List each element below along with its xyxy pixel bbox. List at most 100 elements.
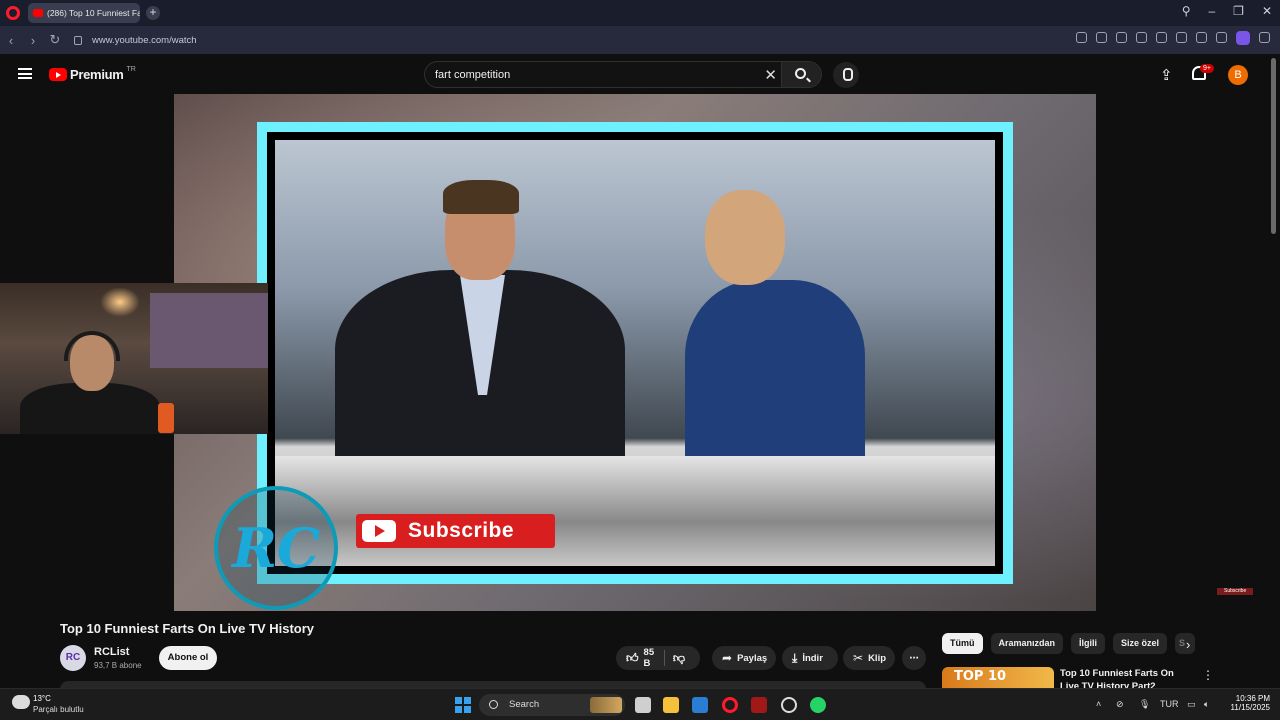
edit-icon[interactable]	[1076, 32, 1087, 43]
windows-taskbar: 13°C Parçalı bulutlu Search ˄ ⊘ 🎙︎ TUR ▭…	[0, 688, 1280, 720]
cube-icon[interactable]	[1259, 32, 1270, 43]
news-desk	[275, 456, 995, 566]
opera-taskbar-icon[interactable]	[722, 697, 738, 713]
hamburger-menu-icon[interactable]	[18, 68, 32, 79]
channel-name[interactable]: RCList	[94, 646, 129, 658]
browser-search-icon[interactable]: ⚲	[1182, 4, 1191, 18]
search-icon	[795, 68, 806, 79]
tray-chevron-icon[interactable]: ˄	[1096, 699, 1101, 709]
chevron-right-icon[interactable]: ›	[1186, 637, 1190, 652]
voice-search-icon[interactable]	[833, 62, 859, 88]
chip-for-you[interactable]: Size özel	[1113, 633, 1168, 654]
chip-related[interactable]: İlgili	[1071, 633, 1106, 654]
microphone-icon[interactable]: 🎙︎	[1139, 699, 1150, 710]
share-button[interactable]: ➦ Paylaş	[712, 646, 776, 670]
subscribe-button[interactable]: Abone ol	[159, 646, 217, 670]
whatsapp-icon[interactable]	[810, 697, 826, 713]
thumbnail-text: TOP 10	[954, 669, 1007, 684]
forward-button[interactable]: ›	[22, 33, 44, 48]
media-app-icon[interactable]	[751, 697, 767, 713]
upload-icon[interactable]: ⇪	[1160, 66, 1173, 84]
page-scrollbar[interactable]	[1271, 58, 1276, 234]
heart-icon[interactable]	[1176, 32, 1187, 43]
youtube-logo-icon	[362, 520, 396, 542]
subscriber-count: 93,7 B abone	[94, 661, 142, 670]
lock-icon	[74, 35, 82, 45]
network-off-icon[interactable]: ⊘	[1116, 699, 1124, 710]
logo-region: TR	[126, 66, 136, 73]
player-icon[interactable]	[1156, 32, 1167, 43]
news-studio-scene	[275, 140, 995, 566]
download-icon: ⤓	[792, 650, 798, 665]
language-indicator[interactable]: TUR	[1160, 699, 1179, 709]
youtube-header: Premium TR ✕ ⇪	[0, 54, 1280, 94]
youtube-play-icon	[49, 68, 67, 81]
download-icon[interactable]	[1196, 32, 1207, 43]
share-icon: ➦	[722, 651, 733, 665]
download-button[interactable]: ⤓ İndir	[782, 646, 838, 670]
outlook-icon[interactable]	[692, 697, 708, 713]
vpn-icon[interactable]	[1136, 32, 1147, 43]
browser-tab[interactable]: (286) Top 10 Funniest Fart	[28, 3, 140, 23]
like-count[interactable]: 85 B	[644, 647, 657, 669]
corner-subscribe-watermark[interactable]: Subscribe	[1217, 588, 1253, 595]
display-icon[interactable]: ▭	[1187, 699, 1196, 710]
task-view-icon[interactable]	[635, 697, 651, 713]
overlay-subscribe-graphic: Subscribe	[356, 514, 555, 548]
back-button[interactable]: ‹	[0, 33, 22, 48]
menu-icon[interactable]	[1216, 32, 1227, 43]
search-button[interactable]	[781, 62, 821, 87]
account-avatar[interactable]: B	[1228, 65, 1248, 85]
opera-logo-icon[interactable]	[6, 6, 20, 20]
share-label: Paylaş	[737, 652, 768, 664]
browser-titlebar: (286) Top 10 Funniest Fart + ⚲ – ❐ ✕	[0, 0, 1280, 26]
volume-icon[interactable]: 🔈︎	[1204, 699, 1209, 710]
reload-button[interactable]: ↻	[44, 32, 66, 48]
weather-temperature[interactable]: 13°C	[33, 694, 51, 703]
like-icon[interactable]: 👍︎	[626, 651, 639, 666]
cup	[158, 403, 174, 433]
new-tab-button[interactable]: +	[146, 6, 160, 20]
download-label: İndir	[802, 652, 823, 664]
clear-search-icon[interactable]: ✕	[764, 66, 777, 84]
search-input[interactable]	[435, 68, 755, 81]
weather-description[interactable]: Parçalı bulutlu	[33, 705, 84, 714]
minimize-button[interactable]: –	[1208, 4, 1215, 18]
chip-from-search[interactable]: Aramanızdan	[990, 633, 1064, 654]
female-anchor	[685, 190, 925, 470]
kebab-menu-icon[interactable]: ⋮	[1202, 668, 1214, 682]
maximize-button[interactable]: ❐	[1233, 4, 1244, 18]
clip-button[interactable]: ✂ Klip	[843, 646, 895, 670]
youtube-logo[interactable]: Premium TR	[49, 66, 136, 82]
logo-text: Premium	[70, 67, 124, 82]
weather-cloud-icon[interactable]	[12, 695, 30, 709]
channel-avatar[interactable]: RC	[60, 645, 86, 671]
camera-icon[interactable]	[1096, 32, 1107, 43]
clock-date: 11/15/2025	[1230, 703, 1270, 712]
url-field[interactable]: www.youtube.com/watch	[92, 35, 197, 46]
chip-all[interactable]: Tümü	[942, 633, 983, 654]
system-clock[interactable]: 10:36 PM 11/15/2025	[1222, 694, 1270, 712]
windows-start-icon[interactable]	[455, 697, 471, 713]
close-window-button[interactable]: ✕	[1262, 4, 1272, 18]
male-anchor	[315, 180, 625, 470]
video-player[interactable]: Subscribe RC	[174, 94, 1096, 611]
more-actions-button[interactable]: ⋯	[902, 646, 926, 670]
address-bar: ‹ › ↻ www.youtube.com/watch	[0, 26, 1280, 54]
overlay-subscribe-text: Subscribe	[408, 519, 515, 542]
search-box: ✕	[424, 61, 822, 88]
file-explorer-icon[interactable]	[663, 697, 679, 713]
notification-badge: 9+	[1200, 64, 1214, 73]
filter-chips: Tümü Aramanızdan İlgili Size özel S	[942, 633, 1196, 654]
clip-label: Klip	[868, 652, 887, 664]
webcam-overlay	[0, 283, 268, 434]
steam-icon[interactable]	[781, 697, 797, 713]
like-dislike-group: 👍︎ 85 B 👎︎	[616, 646, 700, 670]
dislike-icon[interactable]: 👎︎	[673, 651, 685, 666]
window-controls: ⚲ – ❐ ✕	[1182, 4, 1272, 18]
extension-icons	[1076, 31, 1270, 45]
shield-icon[interactable]	[1116, 32, 1127, 43]
clock-time: 10:36 PM	[1235, 694, 1270, 703]
video-title: Top 10 Funniest Farts On Live TV History	[60, 621, 315, 636]
profile-extension-icon[interactable]	[1236, 31, 1250, 45]
